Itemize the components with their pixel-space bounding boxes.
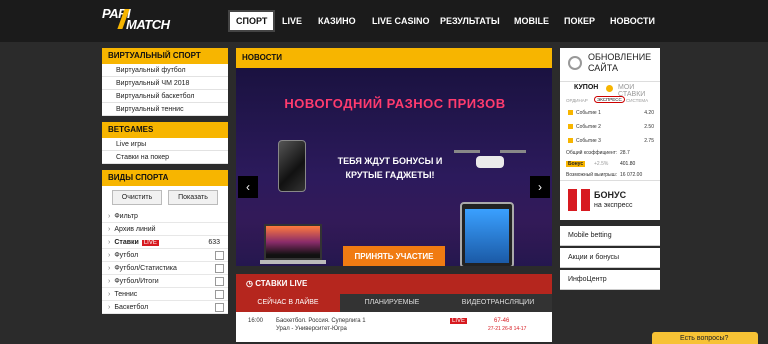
coupon-event: Событие 3 2.75: [560, 134, 660, 148]
live-bets-header: ◷ СТАВКИ LIVE: [236, 274, 552, 294]
sport-checkbox[interactable]: [215, 277, 224, 286]
sports-header: ВИДЫ СПОРТА: [102, 170, 228, 186]
sport-checkbox[interactable]: [215, 264, 224, 273]
chevron-right-icon: ›: [108, 239, 111, 246]
tab-planned[interactable]: ПЛАНИРУЕМЫЕ: [340, 294, 444, 312]
nav-sport[interactable]: СПОРТ: [228, 10, 276, 32]
clear-button[interactable]: Очистить: [112, 190, 162, 205]
refresh-icon: [568, 56, 582, 70]
stopwatch-icon: ◷: [246, 279, 256, 288]
virtual-item[interactable]: Виртуальный теннис: [102, 103, 228, 116]
type-single[interactable]: ОРДИНАР: [566, 98, 588, 103]
chevron-right-icon: ›: [108, 265, 111, 272]
chevron-right-icon: ›: [108, 278, 111, 285]
close-icon[interactable]: [568, 138, 573, 143]
virtual-item[interactable]: Виртуальный баскетбол: [102, 90, 228, 103]
close-icon[interactable]: [568, 124, 573, 129]
virtual-item[interactable]: Виртуальный футбол: [102, 64, 228, 77]
tab-video[interactable]: ВИДЕОТРАНСЛЯЦИИ: [444, 294, 552, 312]
sport-item[interactable]: › Баскетбол: [102, 301, 228, 314]
left-sidebar: ВИРТУАЛЬНЫЙ СПОРТ Виртуальный футбол Вир…: [102, 48, 228, 314]
ipad-image: [460, 202, 514, 266]
link-infocenter[interactable]: ИнфоЦентр: [560, 270, 660, 290]
sport-item[interactable]: › Фильтр: [102, 210, 228, 223]
possible-win: Возможный выигрыш: 16 072.00: [566, 172, 643, 178]
nav-results[interactable]: РЕЗУЛЬТАТЫ: [434, 10, 506, 32]
gift-icon: [568, 189, 590, 211]
participate-button[interactable]: ПРИНЯТЬ УЧАСТИЕ: [343, 246, 445, 266]
parimatch-logo[interactable]: PARI MATCH: [102, 6, 214, 32]
laptop-image: [260, 224, 326, 264]
banner-title: НОВОГОДНИЙ РАЗНОС ПРИЗОВ: [284, 96, 506, 111]
close-icon[interactable]: [568, 110, 573, 115]
chevron-right-icon: ›: [108, 226, 111, 233]
sport-checkbox[interactable]: [215, 303, 224, 312]
sport-item[interactable]: › Футбол: [102, 249, 228, 262]
sport-item[interactable]: › Архив линий: [102, 223, 228, 236]
virtual-item[interactable]: Виртуальный ЧМ 2018: [102, 77, 228, 90]
live-tabs: СЕЙЧАС В ЛАЙВЕ ПЛАНИРУЕМЫЕ ВИДЕОТРАНСЛЯЦ…: [236, 294, 552, 312]
promo-banner[interactable]: НОВОГОДНИЙ РАЗНОС ПРИЗОВ ТЕБЯ ЖДУТ БОНУС…: [236, 68, 552, 266]
bonus-line: Бонус +2.5% 401.80: [566, 161, 636, 167]
chevron-right-icon: ›: [108, 304, 111, 311]
sport-item[interactable]: › Футбол/Статистика: [102, 262, 228, 275]
virtual-sport-header[interactable]: ВИРТУАЛЬНЫЙ СПОРТ: [102, 48, 228, 64]
sport-item[interactable]: › Футбол/Итоги: [102, 275, 228, 288]
update-title: ОБНОВЛЕНИЕ САЙТА: [588, 52, 652, 73]
coupon-count-dot: [606, 85, 613, 92]
type-system[interactable]: СИСТЕМА: [626, 98, 648, 103]
prev-arrow-icon[interactable]: ‹: [238, 176, 258, 198]
live-badge: LIVE: [450, 318, 468, 324]
link-mobile-betting[interactable]: Mobile betting: [560, 226, 660, 246]
live-bets-section: ◷ СТАВКИ LIVE СЕЙЧАС В ЛАЙВЕ ПЛАНИРУЕМЫЕ…: [236, 274, 552, 342]
event-period-scores: 27-21 26-8 14-17: [488, 326, 527, 332]
chevron-right-icon: ›: [108, 213, 111, 220]
express-bonus-promo[interactable]: БОНУС на экспресс: [560, 180, 660, 220]
event-league: Баскетбол. Россия. Суперлига 1: [276, 318, 366, 324]
chevron-right-icon: ›: [108, 291, 111, 298]
coupon-event: Событие 1 4.20: [560, 106, 660, 120]
live-badge: LIVE: [141, 240, 159, 246]
news-header[interactable]: НОВОСТИ: [236, 48, 552, 68]
coupon-widget: ОБНОВЛЕНИЕ САЙТА КУПОН МОИ СТАВКИ ОРДИНА…: [560, 48, 660, 220]
main-content: НОВОСТИ НОВОГОДНИЙ РАЗНОС ПРИЗОВ ТЕБЯ ЖД…: [236, 48, 552, 342]
nav-live[interactable]: LIVE: [276, 10, 308, 32]
sport-checkbox[interactable]: [215, 290, 224, 299]
nav-live-casino[interactable]: LIVE CASINO: [366, 10, 436, 32]
help-chat-button[interactable]: Есть вопросы?: [652, 332, 758, 344]
nav-poker[interactable]: ПОКЕР: [558, 10, 601, 32]
tab-coupon[interactable]: КУПОН: [574, 84, 598, 91]
event-time: 16:00: [248, 318, 264, 324]
show-button[interactable]: Показать: [168, 190, 218, 205]
drone-image: [454, 146, 526, 176]
right-sidebar: ОБНОВЛЕНИЕ САЙТА КУПОН МОИ СТАВКИ ОРДИНА…: [560, 48, 660, 290]
nav-casino[interactable]: КАЗИНО: [312, 10, 362, 32]
sport-item[interactable]: › Теннис: [102, 288, 228, 301]
betgames-header[interactable]: BETGAMES: [102, 122, 228, 138]
sport-item-live[interactable]: › Ставки LIVE 633: [102, 236, 228, 249]
type-express[interactable]: ЭКСПРЕСС: [594, 96, 625, 103]
sport-checkbox[interactable]: [215, 251, 224, 260]
event-score: 67-46: [494, 318, 510, 324]
nav-mobile[interactable]: MOBILE: [508, 10, 555, 32]
banner-subtitle: ТЕБЯ ЖДУТ БОНУСЫ И КРУТЫЕ ГАДЖЕТЫ!: [337, 156, 443, 180]
betgames-item[interactable]: Live игры: [102, 138, 228, 151]
tab-live-now[interactable]: СЕЙЧАС В ЛАЙВЕ: [236, 294, 340, 312]
event-teams: Урал - Университет-Югра: [276, 326, 347, 332]
total-odds: Общий коэффициент: 28.7: [566, 150, 630, 156]
next-arrow-icon[interactable]: ›: [530, 176, 550, 198]
link-promotions[interactable]: Акции и бонусы: [560, 248, 660, 268]
live-count: 633: [208, 239, 220, 246]
coupon-event: Событие 2 2.50: [560, 120, 660, 134]
nav-news[interactable]: НОВОСТИ: [604, 10, 661, 32]
iphone-image: [278, 140, 306, 192]
betgames-item[interactable]: Ставки на покер: [102, 151, 228, 164]
top-navbar: PARI MATCH СПОРТ LIVE КАЗИНО LIVE CASINO…: [0, 0, 768, 42]
chevron-right-icon: ›: [108, 252, 111, 259]
live-event-row[interactable]: 16:00 Баскетбол. Россия. Суперлига 1 Ура…: [236, 312, 552, 342]
